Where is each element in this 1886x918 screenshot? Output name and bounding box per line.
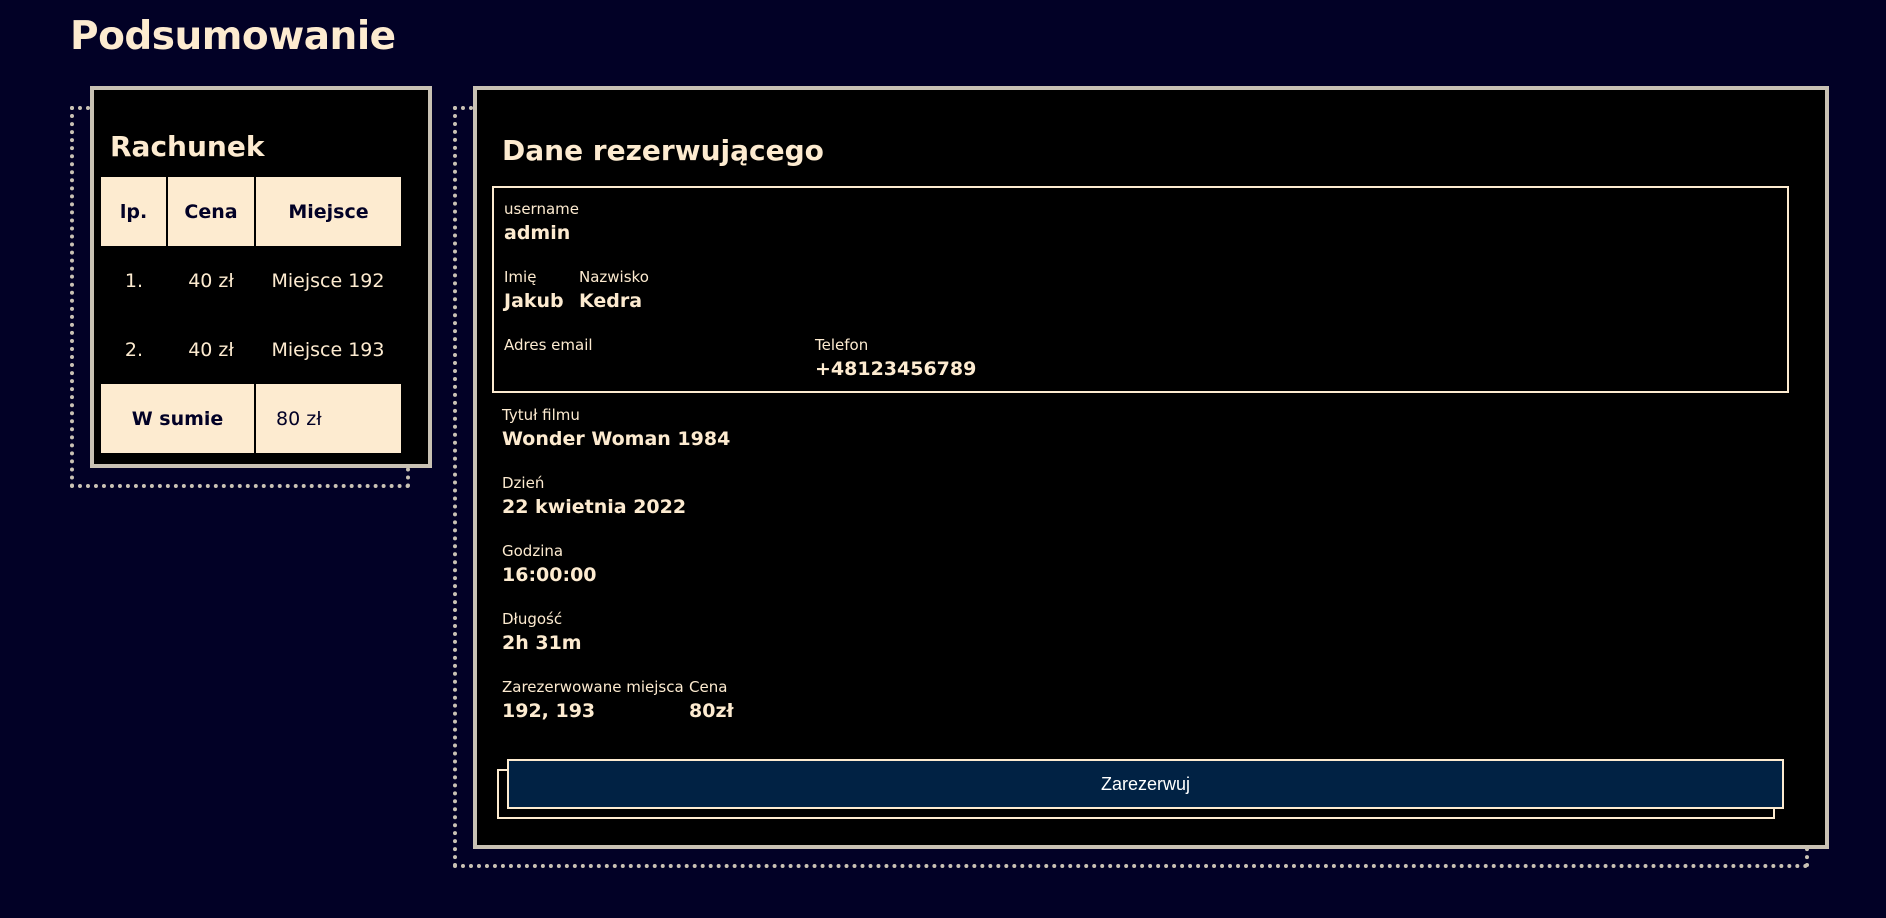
- reserve-button[interactable]: Zarezerwuj: [507, 759, 1784, 809]
- username-field: username admin: [504, 199, 579, 247]
- email-value: [504, 355, 593, 383]
- details-title: Dane rezerwującego: [502, 134, 824, 167]
- price-field: Cena 80zł: [689, 677, 734, 725]
- row-lp: 2.: [101, 315, 167, 384]
- first-name-value: Jakub: [504, 290, 564, 312]
- username-label: username: [504, 200, 579, 218]
- total-value: 80 zł: [255, 384, 401, 453]
- last-name-field: Nazwisko Kedra: [579, 267, 649, 315]
- day-label: Dzień: [502, 474, 545, 492]
- last-name-value: Kedra: [579, 290, 643, 312]
- duration-field: Długość 2h 31m: [502, 609, 582, 657]
- movie-title-field: Tytuł filmu Wonder Woman 1984: [502, 405, 730, 453]
- duration-value: 2h 31m: [502, 632, 582, 654]
- duration-label: Długość: [502, 610, 563, 628]
- phone-field: Telefon +48123456789: [815, 335, 976, 383]
- day-field: Dzień 22 kwietnia 2022: [502, 473, 686, 521]
- reserved-seats-value: 192, 193: [502, 700, 596, 722]
- table-row: 2. 40 zł Miejsce 193: [101, 315, 401, 384]
- row-seat: Miejsce 192: [255, 246, 401, 315]
- bill-table: lp. Cena Miejsce 1. 40 zł Miejsce 192 2.…: [101, 177, 401, 453]
- time-value: 16:00:00: [502, 564, 597, 586]
- email-field: Adres email: [504, 335, 593, 383]
- bill-title: Rachunek: [110, 130, 265, 163]
- first-name-field: Imię Jakub: [504, 267, 564, 315]
- first-name-label: Imię: [504, 268, 537, 286]
- username-value: admin: [504, 222, 571, 244]
- header-lp: lp.: [101, 177, 168, 246]
- reserved-seats-label: Zarezerwowane miejsca: [502, 678, 684, 696]
- price-label: Cena: [689, 678, 728, 696]
- movie-title-value: Wonder Woman 1984: [502, 428, 731, 450]
- bill-table-header-row: lp. Cena Miejsce: [101, 177, 401, 246]
- total-label: W sumie: [101, 384, 256, 453]
- reserved-seats-field: Zarezerwowane miejsca 192, 193: [502, 677, 684, 725]
- page-title: Podsumowanie: [70, 14, 396, 59]
- bill-total-row: W sumie 80 zł: [101, 384, 401, 453]
- movie-title-label: Tytuł filmu: [502, 406, 580, 424]
- last-name-label: Nazwisko: [579, 268, 649, 286]
- time-field: Godzina 16:00:00: [502, 541, 597, 589]
- user-info-box: [492, 186, 1789, 393]
- header-seat: Miejsce: [255, 177, 401, 246]
- email-label: Adres email: [504, 336, 593, 354]
- day-value: 22 kwietnia 2022: [502, 496, 687, 518]
- phone-label: Telefon: [815, 336, 869, 354]
- time-label: Godzina: [502, 542, 564, 560]
- row-seat: Miejsce 193: [255, 315, 401, 384]
- row-price: 40 zł: [167, 315, 255, 384]
- row-lp: 1.: [101, 246, 167, 315]
- phone-value: +48123456789: [815, 358, 977, 380]
- row-price: 40 zł: [167, 246, 255, 315]
- header-price: Cena: [167, 177, 256, 246]
- table-row: 1. 40 zł Miejsce 192: [101, 246, 401, 315]
- price-value: 80zł: [689, 700, 734, 722]
